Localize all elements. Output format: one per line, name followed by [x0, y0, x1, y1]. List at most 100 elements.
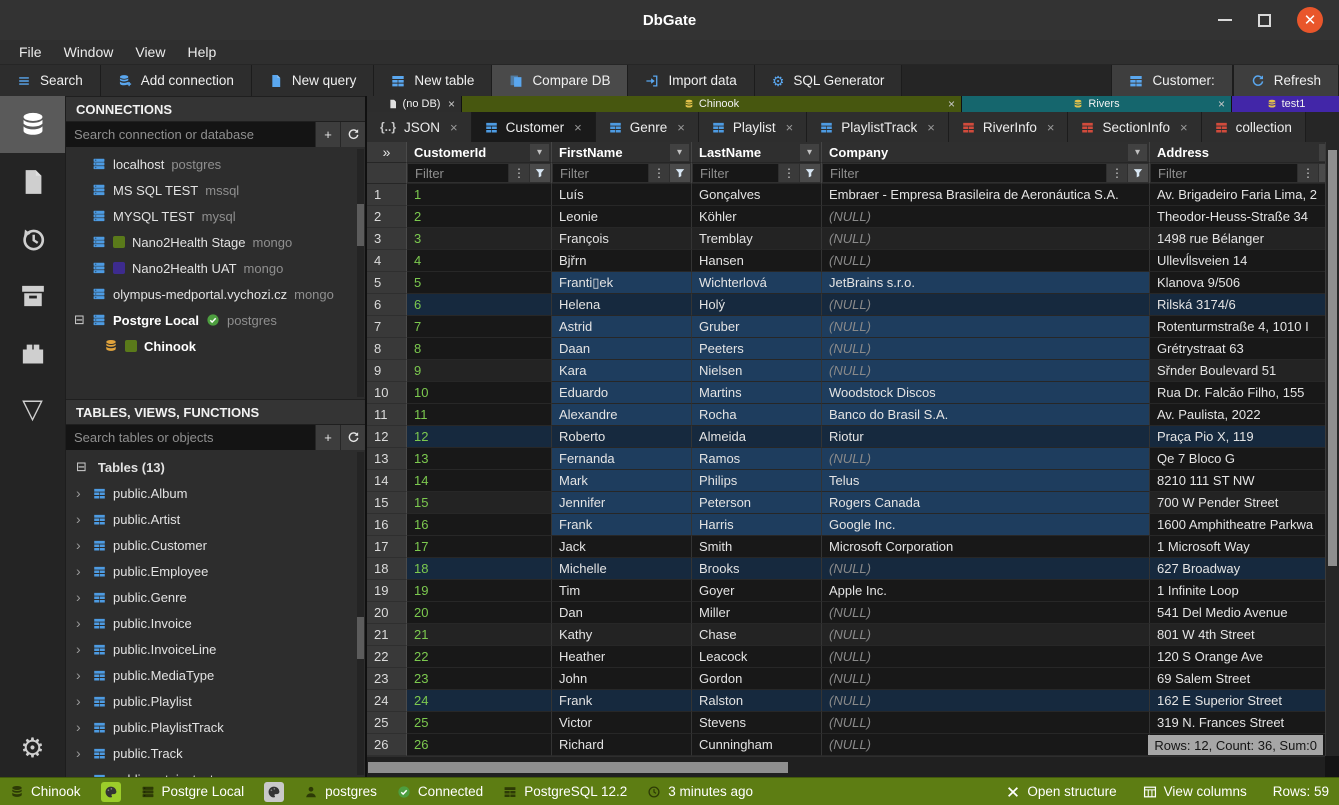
- toolbar-button-new-query[interactable]: New query: [252, 65, 375, 96]
- cell-address[interactable]: Av. Brigadeiro Faria Lima, 2: [1150, 184, 1339, 206]
- cell-lastname[interactable]: Holý: [692, 294, 822, 316]
- connections-add-button[interactable]: +: [315, 122, 340, 147]
- cell-firstname[interactable]: Heather: [552, 646, 692, 668]
- cell-address[interactable]: 1 Infinite Loop: [1150, 580, 1339, 602]
- row-number[interactable]: 10: [367, 382, 407, 404]
- cell-firstname[interactable]: Kathy: [552, 624, 692, 646]
- cell-firstname[interactable]: Astrid: [552, 316, 692, 338]
- close-icon[interactable]: ×: [948, 97, 955, 111]
- rail-item-history[interactable]: [0, 210, 65, 267]
- cell-address[interactable]: Rotenturmstraße 4, 1010 I: [1150, 316, 1339, 338]
- cell-lastname[interactable]: Harris: [692, 514, 822, 536]
- table-item-public-playlist[interactable]: ›public.Playlist: [66, 688, 365, 714]
- cell-customerid[interactable]: 25: [407, 712, 552, 734]
- cell-firstname[interactable]: Jack: [552, 536, 692, 558]
- row-number[interactable]: 25: [367, 712, 407, 734]
- connection-item-localhost[interactable]: localhostpostgres: [66, 151, 365, 177]
- cell-customerid[interactable]: 24: [407, 690, 552, 712]
- db-tab-chinook[interactable]: Chinook×: [462, 96, 962, 112]
- tab-sectioninfo[interactable]: SectionInfo×: [1068, 112, 1201, 142]
- chevron-right-icon[interactable]: ›: [76, 485, 86, 501]
- filter-menu-button[interactable]: ⋮: [779, 164, 799, 182]
- row-number[interactable]: 2: [367, 206, 407, 228]
- cell-address[interactable]: Theodor-Heuss-Straße 34: [1150, 206, 1339, 228]
- row-number[interactable]: 18: [367, 558, 407, 580]
- palette-chip[interactable]: [264, 782, 284, 802]
- column-menu-button[interactable]: ▾: [800, 144, 819, 161]
- cell-company[interactable]: (NULL): [822, 624, 1150, 646]
- row-number[interactable]: 24: [367, 690, 407, 712]
- filter-menu-button[interactable]: ⋮: [509, 164, 529, 182]
- rail-item-files[interactable]: [0, 153, 65, 210]
- close-icon[interactable]: ×: [450, 120, 458, 135]
- cell-lastname[interactable]: Rocha: [692, 404, 822, 426]
- cell-customerid[interactable]: 5: [407, 272, 552, 294]
- cell-customerid[interactable]: 21: [407, 624, 552, 646]
- cell-lastname[interactable]: Gruber: [692, 316, 822, 338]
- rail-item-archive[interactable]: [0, 267, 65, 324]
- tab-playlist[interactable]: Playlist×: [699, 112, 807, 142]
- chevron-right-icon[interactable]: ›: [76, 771, 86, 777]
- cell-firstname[interactable]: Bjřrn: [552, 250, 692, 272]
- filter-funnel-button[interactable]: [800, 164, 820, 182]
- cell-firstname[interactable]: Richard: [552, 734, 692, 756]
- connections-scrollbar-thumb[interactable]: [357, 204, 364, 246]
- chevron-right-icon[interactable]: ›: [76, 615, 86, 631]
- menu-item-file[interactable]: File: [8, 40, 53, 64]
- cell-lastname[interactable]: Peeters: [692, 338, 822, 360]
- column-header-address[interactable]: Address▾: [1150, 142, 1339, 163]
- row-number[interactable]: 4: [367, 250, 407, 272]
- cell-company[interactable]: Telus: [822, 470, 1150, 492]
- cell-company[interactable]: Woodstock Discos: [822, 382, 1150, 404]
- cell-firstname[interactable]: Kara: [552, 360, 692, 382]
- cell-address[interactable]: 1 Microsoft Way: [1150, 536, 1339, 558]
- cell-customerid[interactable]: 7: [407, 316, 552, 338]
- connection-item-olympus-medportal-vychozi-cz[interactable]: olympus-medportal.vychozi.czmongo: [66, 281, 365, 307]
- close-icon[interactable]: ×: [677, 120, 685, 135]
- cell-customerid[interactable]: 20: [407, 602, 552, 624]
- cell-lastname[interactable]: Martins: [692, 382, 822, 404]
- status-view-columns[interactable]: View columns: [1143, 784, 1247, 799]
- cell-address[interactable]: 319 N. Frances Street: [1150, 712, 1339, 734]
- cell-firstname[interactable]: Dan: [552, 602, 692, 624]
- cell-lastname[interactable]: Gordon: [692, 668, 822, 690]
- table-item-public-track[interactable]: ›public.Track: [66, 740, 365, 766]
- cell-address[interactable]: Rua Dr. Falcăo Filho, 155: [1150, 382, 1339, 404]
- row-number[interactable]: 13: [367, 448, 407, 470]
- connection-item-nano2health-stage[interactable]: Nano2Health Stagemongo: [66, 229, 365, 255]
- status-chinook[interactable]: Chinook: [10, 784, 81, 799]
- minimize-button[interactable]: [1218, 19, 1232, 21]
- chevron-right-icon[interactable]: ›: [76, 589, 86, 605]
- close-icon[interactable]: ×: [927, 120, 935, 135]
- cell-address[interactable]: 801 W 4th Street: [1150, 624, 1339, 646]
- column-header-lastname[interactable]: LastName▾: [692, 142, 822, 163]
- filter-funnel-button[interactable]: [670, 164, 690, 182]
- cell-company[interactable]: JetBrains s.r.o.: [822, 272, 1150, 294]
- cell-customerid[interactable]: 10: [407, 382, 552, 404]
- cell-company[interactable]: (NULL): [822, 250, 1150, 272]
- cell-company[interactable]: (NULL): [822, 294, 1150, 316]
- cell-company[interactable]: (NULL): [822, 734, 1150, 756]
- cell-lastname[interactable]: Chase: [692, 624, 822, 646]
- status-postgre-local[interactable]: Postgre Local: [141, 784, 245, 799]
- cell-company[interactable]: Microsoft Corporation: [822, 536, 1150, 558]
- cell-lastname[interactable]: Gonçalves: [692, 184, 822, 206]
- rail-item-filters[interactable]: ▽: [0, 381, 65, 438]
- filter-funnel-button[interactable]: [530, 164, 550, 182]
- cell-firstname[interactable]: Franti▯ek: [552, 272, 692, 294]
- row-number[interactable]: 20: [367, 602, 407, 624]
- cell-address[interactable]: Av. Paulista, 2022: [1150, 404, 1339, 426]
- cell-lastname[interactable]: Ralston: [692, 690, 822, 712]
- cell-address[interactable]: 1600 Amphitheatre Parkwa: [1150, 514, 1339, 536]
- chevron-right-icon[interactable]: ›: [76, 641, 86, 657]
- cell-firstname[interactable]: Jennifer: [552, 492, 692, 514]
- row-number[interactable]: 5: [367, 272, 407, 294]
- cell-firstname[interactable]: Michelle: [552, 558, 692, 580]
- row-number[interactable]: 23: [367, 668, 407, 690]
- cell-company[interactable]: (NULL): [822, 602, 1150, 624]
- cell-lastname[interactable]: Goyer: [692, 580, 822, 602]
- row-number[interactable]: 7: [367, 316, 407, 338]
- cell-address[interactable]: Grétrystraat 63: [1150, 338, 1339, 360]
- tables-search-input[interactable]: [66, 425, 315, 450]
- grid-horizontal-scrollbar-thumb[interactable]: [368, 762, 788, 773]
